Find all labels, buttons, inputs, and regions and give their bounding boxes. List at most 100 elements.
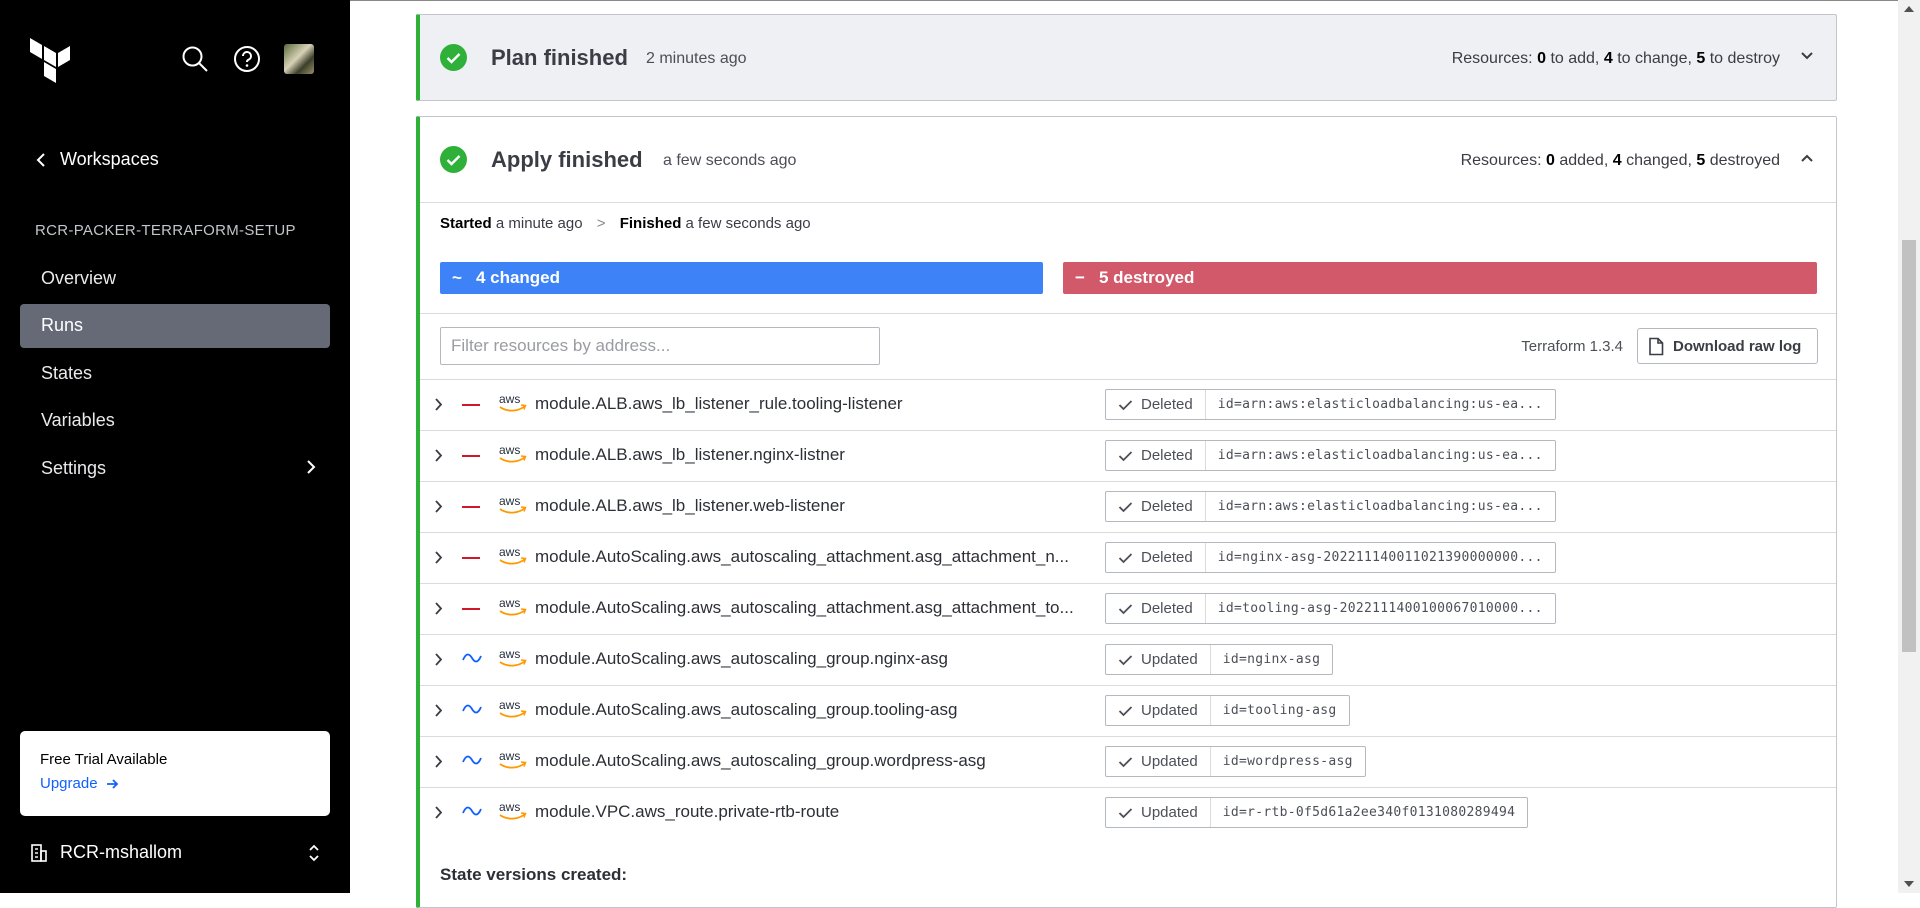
divider	[420, 313, 1836, 314]
check-icon	[1118, 552, 1133, 563]
resource-list: aws module.ALB.aws_lb_listener_rule.tooli…	[420, 379, 1836, 838]
scroll-down-arrow-icon[interactable]	[1904, 881, 1914, 887]
resource-address: module.ALB.aws_lb_listener.nginx-listner	[535, 445, 845, 464]
search-icon[interactable]	[180, 44, 210, 74]
svg-text:aws: aws	[499, 494, 520, 508]
resource-row[interactable]: aws module.AutoScaling.aws_autoscaling_at…	[420, 583, 1836, 634]
chevron-right-icon[interactable]	[434, 397, 443, 417]
chevron-right-icon[interactable]	[434, 754, 443, 774]
delete-mark-icon	[462, 404, 480, 406]
started-time: a minute ago	[495, 215, 583, 232]
resource-row[interactable]: aws module.AutoScaling.aws_autoscaling_at…	[420, 532, 1836, 583]
chevron-right-icon[interactable]	[434, 601, 443, 621]
help-icon[interactable]	[232, 44, 262, 74]
chevron-down-icon[interactable]	[1800, 51, 1814, 61]
resource-row[interactable]: aws module.AutoScaling.aws_autoscaling_gr…	[420, 685, 1836, 736]
sidebar: Workspaces RCR-PACKER-TERRAFORM-SETUP Ov…	[0, 0, 350, 893]
resource-id: id=arn:aws:elasticloadbalancing:us-ea...	[1217, 397, 1543, 412]
changed-filter-bar[interactable]: ~ 4 changed	[440, 262, 1043, 294]
update-tilde-icon	[462, 651, 482, 669]
resource-row[interactable]: aws module.ALB.aws_lb_listener_rule.tooli…	[420, 379, 1836, 430]
top-border	[350, 0, 1898, 1]
status-cell: Updated	[1106, 747, 1211, 776]
destroyed-bar-label: 5 destroyed	[1098, 268, 1195, 287]
chevron-right-icon[interactable]	[434, 652, 443, 672]
status-label: Updated	[1141, 753, 1198, 770]
sidebar-item-variables[interactable]: Variables	[20, 399, 330, 443]
sidebar-item-label: Settings	[41, 457, 107, 478]
svg-text:aws: aws	[499, 545, 520, 559]
sidebar-item-label: Overview	[41, 267, 117, 288]
resource-row[interactable]: aws module.AutoScaling.aws_autoscaling_gr…	[420, 634, 1836, 685]
chevron-right-icon	[307, 460, 316, 474]
sidebar-nav: Overview Runs States Variables Settings	[20, 256, 330, 494]
download-raw-log-button[interactable]: Download raw log	[1637, 328, 1818, 364]
resource-row[interactable]: aws module.AutoScaling.aws_autoscaling_gr…	[420, 736, 1836, 787]
svg-text:aws: aws	[499, 698, 520, 712]
scroll-up-arrow-icon[interactable]	[1904, 6, 1914, 12]
summary-change-count: 4	[1603, 50, 1613, 67]
resource-address: module.AutoScaling.aws_autoscaling_attac…	[535, 547, 1069, 566]
tilde-icon: ~	[452, 268, 462, 287]
resource-status-badge: Deleted id=tooling-asg-202211140010006701…	[1105, 593, 1556, 624]
chevron-right-icon[interactable]	[434, 703, 443, 723]
resource-address: module.ALB.aws_lb_listener_rule.tooling-…	[535, 394, 903, 413]
workspace-name: RCR-PACKER-TERRAFORM-SETUP	[35, 222, 296, 239]
chevron-up-icon[interactable]	[1800, 153, 1814, 163]
status-cell: Updated	[1106, 645, 1211, 674]
aws-logo-icon: aws	[498, 698, 528, 722]
terraform-logo-icon[interactable]	[30, 38, 72, 84]
resource-id: id=nginx-asg-202211140011021390000000...	[1217, 550, 1543, 565]
started-label: Started	[440, 215, 492, 232]
sidebar-item-overview[interactable]: Overview	[20, 256, 330, 300]
check-icon	[1118, 807, 1133, 818]
destroyed-filter-bar[interactable]: − 5 destroyed	[1063, 262, 1817, 294]
check-icon	[1118, 756, 1133, 767]
finished-label: Finished	[619, 215, 682, 232]
sidebar-item-settings[interactable]: Settings	[20, 446, 330, 490]
avatar[interactable]	[284, 44, 314, 74]
svg-text:aws: aws	[499, 392, 520, 406]
organization-switcher[interactable]: RCR-mshallom	[30, 842, 320, 863]
sidebar-item-runs[interactable]: Runs	[20, 303, 330, 348]
resource-id: id=tooling-asg-2022111400100067010000...	[1217, 601, 1543, 616]
apply-card: Apply finished a few seconds ago Resourc…	[416, 116, 1837, 908]
resource-row[interactable]: aws module.ALB.aws_lb_listener.web-listen…	[420, 481, 1836, 532]
resource-row[interactable]: aws module.ALB.aws_lb_listener.nginx-list…	[420, 430, 1836, 481]
status-label: Deleted	[1141, 447, 1193, 464]
chevron-right-icon[interactable]	[434, 805, 443, 825]
plan-header[interactable]: Plan finished 2 minutes ago Resources: 0…	[420, 15, 1836, 100]
svg-text:aws: aws	[499, 749, 520, 763]
changed-bar-label: 4 changed	[475, 268, 561, 287]
sidebar-item-states[interactable]: States	[20, 351, 330, 395]
resource-id: id=tooling-asg	[1222, 703, 1337, 718]
update-tilde-icon	[462, 804, 482, 822]
status-label: Deleted	[1141, 600, 1193, 617]
apply-header[interactable]: Apply finished a few seconds ago Resourc…	[420, 117, 1836, 202]
chevron-right-icon[interactable]	[434, 448, 443, 468]
sidebar-item-label: Runs	[41, 315, 84, 335]
plan-card[interactable]: Plan finished 2 minutes ago Resources: 0…	[416, 14, 1837, 101]
summary-add-count: 0	[1537, 50, 1546, 67]
scrollbar[interactable]	[1898, 0, 1920, 893]
resource-id: id=arn:aws:elasticloadbalancing:us-ea...	[1217, 499, 1543, 514]
upgrade-link[interactable]: Upgrade	[40, 775, 119, 792]
chevron-right-icon[interactable]	[434, 550, 443, 570]
summary-changed-label: changed,	[1626, 152, 1692, 169]
chevron-right-icon[interactable]	[434, 499, 443, 519]
resource-address: module.VPC.aws_route.private-rtb-route	[535, 802, 840, 821]
resource-address: module.AutoScaling.aws_autoscaling_attac…	[535, 598, 1074, 617]
resource-address: module.ALB.aws_lb_listener.web-listener	[535, 496, 845, 515]
delete-mark-icon	[462, 506, 480, 508]
filter-resources-input[interactable]	[440, 327, 880, 365]
scroll-thumb[interactable]	[1902, 240, 1916, 652]
status-label: Deleted	[1141, 498, 1193, 515]
workspaces-back-link[interactable]: Workspaces	[36, 149, 159, 170]
summary-add-label: to add,	[1550, 50, 1600, 67]
sidebar-item-label: States	[41, 362, 93, 383]
delete-mark-icon	[462, 455, 480, 457]
resource-row[interactable]: aws module.VPC.aws_route.private-rtb-rout…	[420, 787, 1836, 838]
summary-changed-count: 4	[1612, 152, 1622, 169]
update-tilde-icon	[462, 753, 482, 771]
aws-logo-icon: aws	[498, 494, 528, 518]
